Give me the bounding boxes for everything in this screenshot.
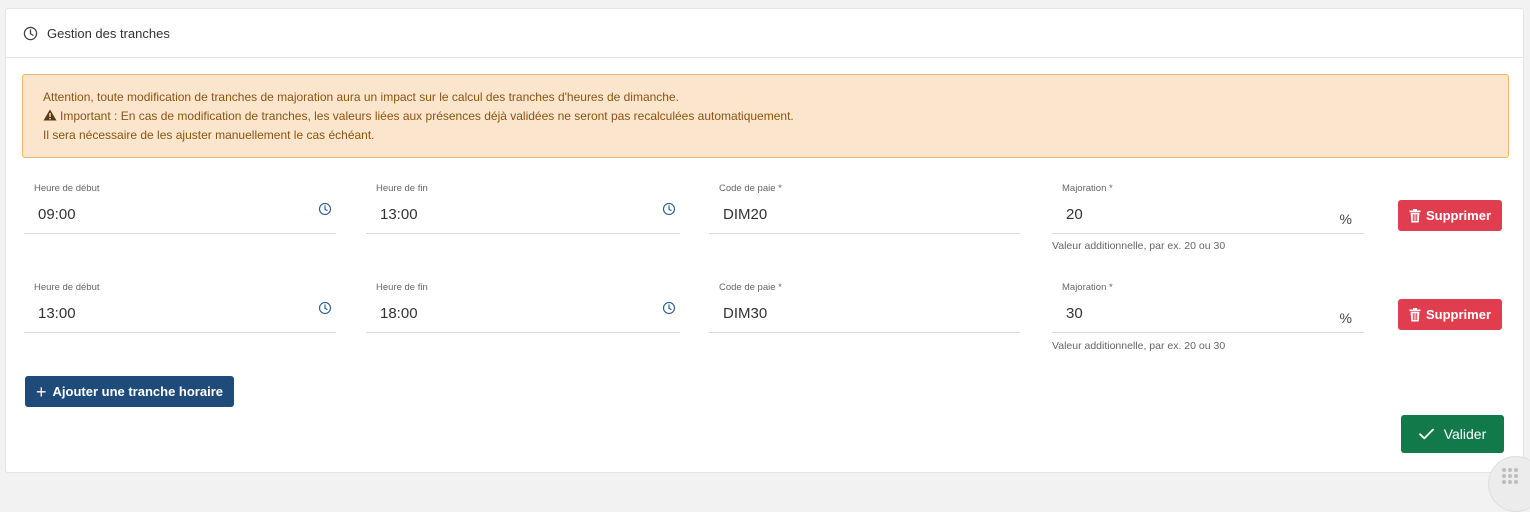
markup-label: Majoration * [1062, 183, 1113, 194]
clock-icon [23, 26, 38, 41]
field-underline [1052, 332, 1364, 333]
end-time-label: Heure de fin [376, 183, 428, 194]
clock-icon[interactable] [662, 202, 676, 216]
section-title: Gestion des tranches [47, 26, 170, 41]
start-time-label: Heure de début [34, 183, 100, 194]
markup-value: 20 [1066, 206, 1083, 223]
markup-field[interactable]: Majoration * 20 % [1052, 183, 1364, 234]
field-underline [709, 332, 1020, 333]
clock-icon[interactable] [318, 301, 332, 315]
checkmark-icon [1418, 428, 1434, 440]
plus-icon: + [36, 381, 47, 402]
card-header: Gestion des tranches [6, 9, 1523, 58]
field-underline [1052, 233, 1364, 234]
warning-icon [43, 109, 57, 121]
end-time-value: 13:00 [380, 206, 418, 223]
alert-line-2: Important : En cas de modification de tr… [43, 107, 1508, 126]
field-underline [24, 233, 336, 234]
pay-code-value: DIM20 [723, 206, 768, 223]
markup-field[interactable]: Majoration * 30 % [1052, 282, 1364, 333]
warning-alert: Attention, toute modification de tranche… [22, 74, 1509, 158]
start-time-field[interactable]: Heure de début 09:00 [24, 183, 336, 234]
validate-button-label: Valider [1443, 426, 1487, 442]
end-time-field[interactable]: Heure de fin 13:00 [366, 183, 680, 234]
start-time-label: Heure de début [34, 282, 100, 293]
add-time-slot-button[interactable]: + Ajouter une tranche horaire [25, 376, 234, 407]
markup-value: 30 [1066, 305, 1083, 322]
alert-line-1: Attention, toute modification de tranche… [43, 90, 679, 104]
end-time-value: 18:00 [380, 305, 418, 322]
start-time-value: 09:00 [38, 206, 76, 223]
alert-line-3: Il sera nécessaire de les ajuster manuel… [43, 128, 375, 142]
clock-icon[interactable] [662, 301, 676, 315]
percent-suffix: % [1339, 310, 1352, 326]
pay-code-label: Code de paie * [719, 282, 782, 293]
markup-helper-text: Valeur additionnelle, par ex. 20 ou 30 [1052, 340, 1226, 352]
percent-suffix: % [1339, 211, 1352, 227]
add-time-slot-label: Ajouter une tranche horaire [52, 384, 223, 399]
trash-icon [1409, 307, 1421, 321]
end-time-field[interactable]: Heure de fin 18:00 [366, 282, 680, 333]
field-underline [366, 332, 680, 333]
pay-code-field[interactable]: Code de paie * DIM30 [709, 282, 1020, 333]
pay-code-field[interactable]: Code de paie * DIM20 [709, 183, 1020, 234]
field-underline [709, 233, 1020, 234]
clock-icon[interactable] [318, 202, 332, 216]
alert-line-2-text: Important : En cas de modification de tr… [60, 109, 794, 123]
field-underline [24, 332, 336, 333]
grid-dots-icon [1502, 468, 1518, 484]
validate-button[interactable]: Valider [1401, 415, 1504, 453]
pay-code-label: Code de paie * [719, 183, 782, 194]
delete-button-label: Supprimer [1425, 208, 1491, 223]
markup-helper-text: Valeur additionnelle, par ex. 20 ou 30 [1052, 240, 1226, 252]
end-time-label: Heure de fin [376, 282, 428, 293]
markup-label: Majoration * [1062, 282, 1113, 293]
delete-button-label: Supprimer [1425, 307, 1491, 322]
start-time-value: 13:00 [38, 305, 76, 322]
pay-code-value: DIM30 [723, 305, 768, 322]
delete-button[interactable]: Supprimer [1398, 200, 1502, 231]
start-time-field[interactable]: Heure de début 13:00 [24, 282, 336, 333]
field-underline [366, 233, 680, 234]
trash-icon [1409, 208, 1421, 222]
apps-grid-button[interactable] [1488, 456, 1530, 512]
delete-button[interactable]: Supprimer [1398, 299, 1502, 330]
